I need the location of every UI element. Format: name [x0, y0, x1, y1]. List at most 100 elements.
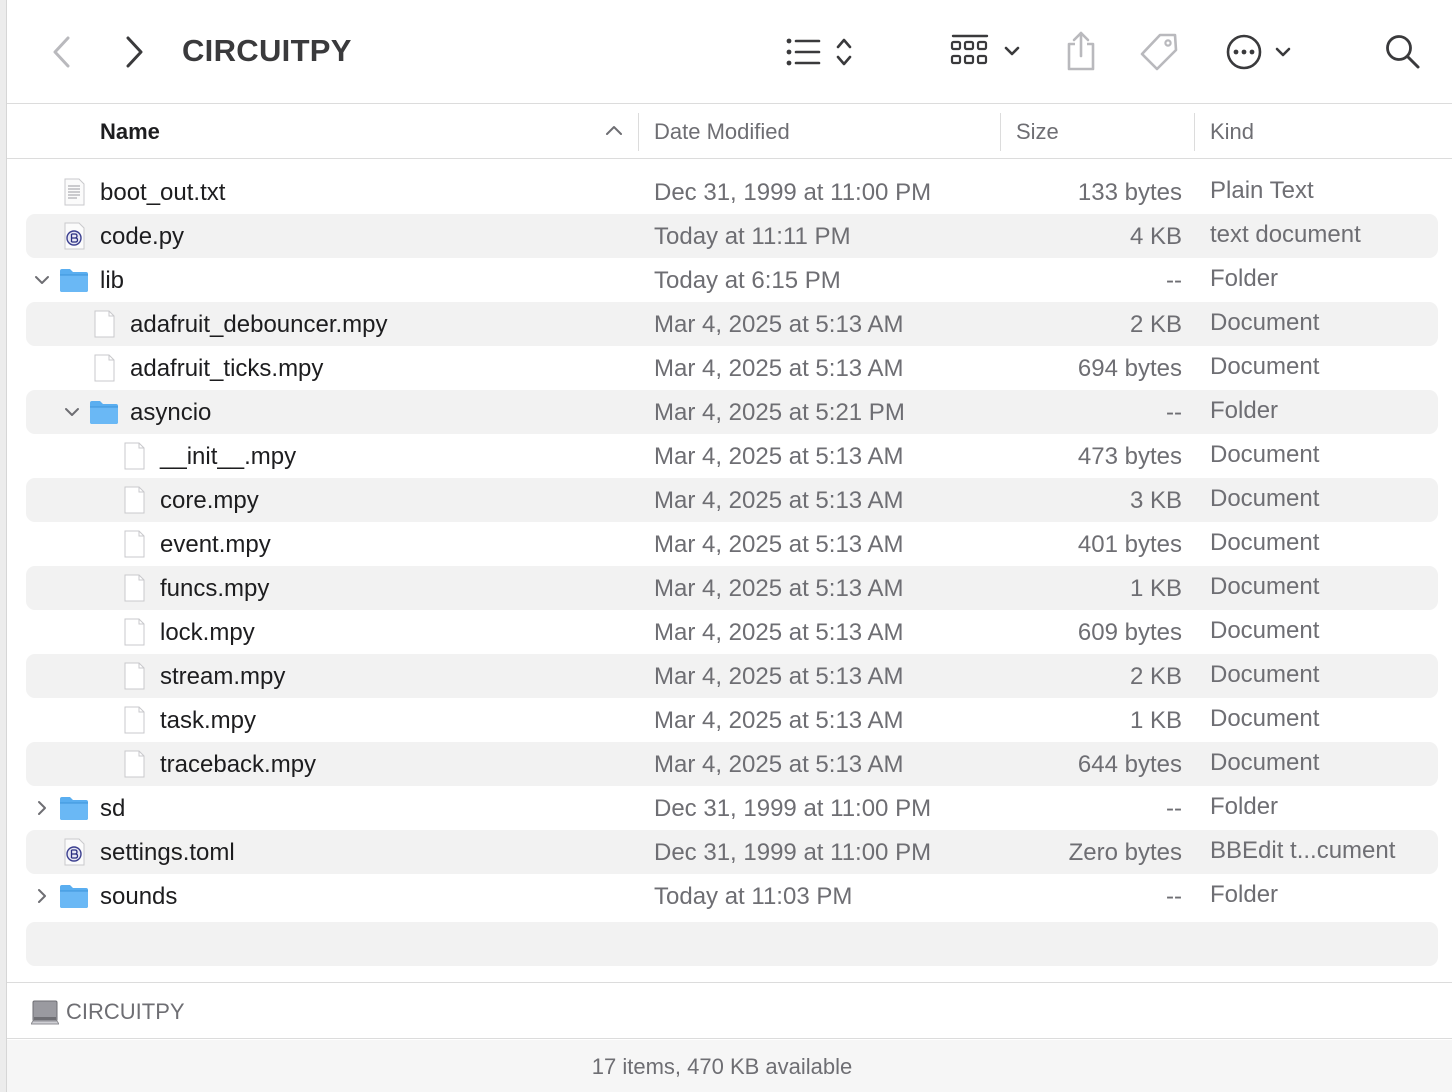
date-modified: Mar 4, 2025 at 5:13 AM [654, 355, 904, 382]
file-kind: Document [1210, 661, 1320, 688]
file-name[interactable]: adafruit_debouncer.mpy [130, 311, 388, 339]
text-file-icon [64, 178, 85, 206]
file-name[interactable]: funcs.mpy [160, 575, 269, 603]
file-size: 3 KB [1129, 487, 1182, 514]
document-icon [124, 750, 145, 778]
file-name[interactable]: lib [100, 267, 124, 295]
forward-button[interactable] [117, 32, 151, 72]
file-name[interactable]: sd [100, 795, 125, 823]
empty-row [26, 922, 1438, 966]
column-header-size[interactable]: Size [1016, 119, 1059, 145]
document-icon [124, 618, 145, 646]
date-modified: Mar 4, 2025 at 5:13 AM [654, 751, 904, 778]
file-name[interactable]: __init__.mpy [160, 443, 296, 471]
date-modified: Today at 11:11 PM [654, 223, 851, 250]
list-item[interactable]: adafruit_ticks.mpy Mar 4, 2025 at 5:13 AM… [26, 346, 1438, 390]
date-modified: Mar 4, 2025 at 5:13 AM [654, 531, 904, 558]
date-modified: Mar 4, 2025 at 5:13 AM [654, 311, 904, 338]
list-item[interactable]: lock.mpy Mar 4, 2025 at 5:13 AM 609 bytes D… [26, 610, 1438, 654]
back-button[interactable] [45, 32, 79, 72]
column-header-kind[interactable]: Kind [1210, 119, 1254, 145]
list-view-icon [786, 38, 852, 66]
file-size: -- [1166, 883, 1182, 910]
file-name[interactable]: traceback.mpy [160, 751, 316, 779]
folder-icon [60, 269, 88, 292]
date-modified: Dec 31, 1999 at 11:00 PM [654, 795, 932, 822]
file-name[interactable]: event.mpy [160, 531, 271, 559]
file-name[interactable]: core.mpy [160, 487, 259, 515]
list-item[interactable]: event.mpy Mar 4, 2025 at 5:13 AM 401 bytes… [26, 522, 1438, 566]
file-size: 2 KB [1129, 663, 1182, 690]
document-icon [94, 310, 115, 338]
list-item[interactable]: sd Dec 31, 1999 at 11:00 PM -- Folder [26, 786, 1438, 830]
window-left-edge [0, 0, 7, 1092]
tag-icon [1140, 33, 1178, 71]
list-item[interactable]: code.py Today at 11:11 PM 4 KB text documen… [26, 214, 1438, 258]
list-item[interactable]: funcs.mpy Mar 4, 2025 at 5:13 AM 1 KB Docum… [26, 566, 1438, 610]
search-button[interactable] [1383, 30, 1423, 74]
group-button[interactable] [947, 32, 1027, 72]
action-menu-button[interactable] [1223, 30, 1303, 74]
file-size: 4 KB [1129, 223, 1182, 250]
file-size: -- [1166, 399, 1182, 426]
file-name[interactable]: code.py [100, 223, 184, 251]
path-volume-name[interactable]: CIRCUITPY [66, 999, 185, 1025]
disclosure-collapsed-icon[interactable] [32, 798, 52, 818]
file-size: 644 bytes [1077, 751, 1182, 778]
status-bar: 17 items, 470 KB available [7, 1040, 1452, 1092]
column-divider[interactable] [638, 113, 639, 151]
chevron-right-icon [126, 36, 143, 68]
list-item[interactable]: stream.mpy Mar 4, 2025 at 5:13 AM 2 KB Docu… [26, 654, 1438, 698]
sort-ascending-icon[interactable] [605, 123, 623, 137]
document-icon [124, 530, 145, 558]
list-item[interactable]: asyncio Mar 4, 2025 at 5:21 PM -- Folder [26, 390, 1438, 434]
share-icon [1067, 31, 1095, 71]
document-icon [124, 486, 145, 514]
share-button[interactable] [1061, 28, 1101, 74]
date-modified: Dec 31, 1999 at 11:00 PM [654, 839, 932, 866]
file-kind: Document [1210, 529, 1320, 556]
list-item[interactable]: lib Today at 6:15 PM -- Folder [26, 258, 1438, 302]
column-divider[interactable] [1000, 113, 1001, 151]
list-item[interactable]: traceback.mpy Mar 4, 2025 at 5:13 AM 644 b… [26, 742, 1438, 786]
file-size: -- [1166, 795, 1182, 822]
status-text: 17 items, 470 KB available [591, 1054, 853, 1079]
file-name[interactable]: task.mpy [160, 707, 256, 735]
tag-button[interactable] [1137, 30, 1181, 74]
document-icon [124, 442, 145, 470]
disclosure-expanded-icon[interactable] [32, 270, 52, 290]
disclosure-expanded-icon[interactable] [62, 402, 82, 422]
list-item[interactable]: settings.toml Dec 31, 1999 at 11:00 PM Zer… [26, 830, 1438, 874]
list-item[interactable]: boot_out.txt Dec 31, 1999 at 11:00 PM 133 … [26, 170, 1438, 214]
file-name[interactable]: lock.mpy [160, 619, 255, 647]
path-bar: CIRCUITPY [7, 982, 1452, 1039]
file-kind: BBEdit t...cument [1210, 837, 1396, 864]
document-icon [124, 574, 145, 602]
file-kind: Folder [1210, 793, 1279, 820]
disclosure-collapsed-icon[interactable] [32, 886, 52, 906]
view-options-button[interactable] [779, 32, 859, 72]
column-header-date-modified[interactable]: Date Modified [654, 119, 790, 145]
file-name[interactable]: stream.mpy [160, 663, 285, 691]
file-name[interactable]: sounds [100, 883, 177, 911]
file-kind: Document [1210, 309, 1320, 336]
file-size: 401 bytes [1077, 531, 1182, 558]
column-divider[interactable] [1194, 113, 1195, 151]
date-modified: Mar 4, 2025 at 5:13 AM [654, 707, 904, 734]
file-name[interactable]: asyncio [130, 399, 211, 427]
file-kind: Document [1210, 749, 1320, 776]
file-name[interactable]: boot_out.txt [100, 179, 225, 207]
file-name[interactable]: settings.toml [100, 839, 235, 867]
file-kind: Document [1210, 573, 1320, 600]
search-icon [1386, 35, 1420, 69]
file-name[interactable]: adafruit_ticks.mpy [130, 355, 323, 383]
chevron-left-icon [53, 36, 70, 68]
file-kind: Plain Text [1210, 177, 1314, 204]
column-header-name[interactable]: Name [100, 119, 160, 145]
list-item[interactable]: core.mpy Mar 4, 2025 at 5:13 AM 3 KB Docume… [26, 478, 1438, 522]
list-item[interactable]: task.mpy Mar 4, 2025 at 5:13 AM 1 KB Docume… [26, 698, 1438, 742]
list-item[interactable]: adafruit_debouncer.mpy Mar 4, 2025 at 5:1… [26, 302, 1438, 346]
document-icon [124, 706, 145, 734]
list-item[interactable]: __init__.mpy Mar 4, 2025 at 5:13 AM 473 by… [26, 434, 1438, 478]
list-item[interactable]: sounds Today at 11:03 PM -- Folder [26, 874, 1438, 918]
